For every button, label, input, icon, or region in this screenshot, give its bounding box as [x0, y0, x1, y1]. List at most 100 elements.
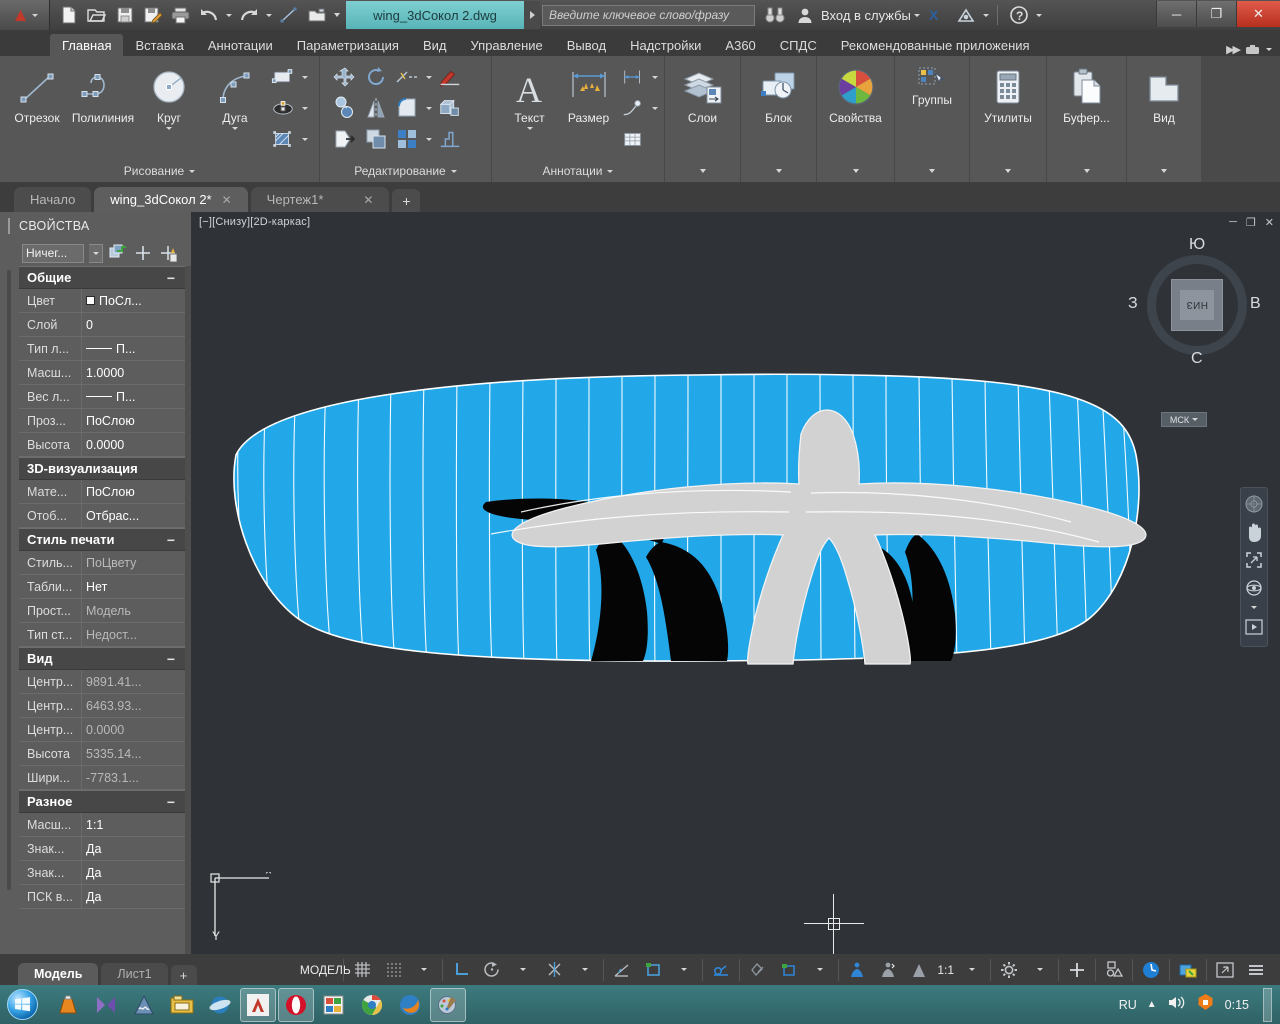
volume-icon[interactable]: [1167, 994, 1186, 1016]
transparency-icon[interactable]: [743, 959, 773, 981]
snap-dropdown-icon[interactable]: [409, 959, 439, 981]
viewcube-cube[interactable]: НИЗ: [1171, 279, 1223, 331]
ribbon-minimize-icon[interactable]: [1245, 44, 1260, 56]
ribbon-minimize-dropdown-icon[interactable]: [1266, 48, 1272, 51]
annotation-scale-label[interactable]: 1:1: [935, 963, 956, 977]
object-snap-icon[interactable]: [539, 959, 569, 981]
panel-block-expand-icon[interactable]: [775, 169, 782, 173]
3d-array-icon[interactable]: [435, 97, 465, 119]
trim-dropdown-icon[interactable]: [423, 62, 434, 92]
panel-layers-expand-icon[interactable]: [699, 169, 706, 173]
navbar-dropdown-icon[interactable]: [1251, 606, 1257, 609]
panel-modify-expand-icon[interactable]: [450, 169, 457, 173]
panel-properties[interactable]: Свойства: [817, 56, 895, 182]
isolate-objects-icon[interactable]: [1099, 959, 1129, 981]
dynamic-ucs-dropdown-icon[interactable]: [669, 959, 699, 981]
extrude-icon[interactable]: [435, 128, 465, 150]
property-value[interactable]: 0: [81, 313, 185, 336]
properties-group-header[interactable]: 3D-визуализация: [19, 457, 185, 480]
panel-clipboard-expand-icon[interactable]: [1083, 169, 1090, 173]
fillet-icon[interactable]: [392, 97, 422, 119]
tool-text-dropdown-icon[interactable]: [526, 127, 533, 130]
workspace-dropdown-icon[interactable]: [331, 2, 342, 28]
space-toggle-button[interactable]: МОДЕЛЬ: [300, 959, 351, 981]
property-row[interactable]: Высота 0.0000: [19, 433, 185, 457]
save-icon[interactable]: [111, 2, 138, 28]
property-row[interactable]: Высота 5335.14...: [19, 742, 185, 766]
chrome-icon[interactable]: [354, 988, 390, 1022]
property-value[interactable]: 0.0000: [81, 433, 185, 456]
property-row[interactable]: Прост... Модель: [19, 599, 185, 623]
save-as-icon[interactable]: [139, 2, 166, 28]
open-folder-icon[interactable]: [83, 2, 110, 28]
property-row[interactable]: Слой 0: [19, 313, 185, 337]
panel-utilities[interactable]: Утилиты: [970, 56, 1047, 182]
copy-icon[interactable]: [330, 96, 360, 119]
panel-modify-title[interactable]: Редактирование: [320, 160, 491, 182]
property-row[interactable]: Проз... ПоСлою: [19, 409, 185, 433]
property-row[interactable]: Мате... ПоСлою: [19, 480, 185, 504]
property-value[interactable]: Отбрас...: [81, 504, 185, 527]
hatch-dropdown-icon[interactable]: [299, 124, 310, 154]
property-row[interactable]: Масш... 1:1: [19, 813, 185, 837]
close-button[interactable]: ✕: [1236, 1, 1280, 27]
pick-point-icon[interactable]: [133, 243, 153, 263]
file-explorer-icon[interactable]: [164, 988, 200, 1022]
signin-label[interactable]: Вход в службы: [821, 8, 911, 23]
tool-circle[interactable]: Круг: [136, 60, 202, 130]
internet-explorer-icon[interactable]: [202, 988, 238, 1022]
polar-tracking-icon[interactable]: [477, 959, 507, 981]
tool-circle-dropdown-icon[interactable]: [166, 127, 172, 130]
panel-layers[interactable]: Слои: [665, 56, 741, 182]
file-tab-start[interactable]: Начало: [14, 187, 92, 212]
snap-mode-icon[interactable]: [378, 959, 408, 981]
language-indicator[interactable]: RU: [1119, 998, 1137, 1012]
dimension-linear-icon[interactable]: [618, 66, 648, 88]
match-properties-icon[interactable]: [435, 66, 465, 88]
object-snap-dropdown-icon[interactable]: [570, 959, 600, 981]
autocad-icon[interactable]: [240, 987, 276, 1022]
properties-group-header[interactable]: Вид −: [19, 647, 185, 670]
search-expand-icon[interactable]: [524, 1, 540, 29]
new-tab-button[interactable]: +: [392, 189, 421, 212]
trim-icon[interactable]: [392, 66, 422, 88]
autodesk-exchange-icon[interactable]: X: [923, 2, 950, 28]
firefox-icon[interactable]: [392, 988, 428, 1022]
property-value[interactable]: П...: [81, 337, 185, 360]
scale-icon[interactable]: [361, 128, 391, 150]
property-value[interactable]: Да: [81, 837, 185, 860]
paint-icon[interactable]: [430, 987, 466, 1022]
property-row[interactable]: Цвет ПоСл...: [19, 289, 185, 313]
print-icon[interactable]: [167, 2, 194, 28]
property-value[interactable]: 6463.93...: [81, 694, 185, 717]
help-icon[interactable]: ?: [1006, 2, 1033, 28]
property-value[interactable]: Недост...: [81, 623, 185, 646]
property-value[interactable]: Нет: [81, 575, 185, 598]
properties-group-header[interactable]: Стиль печати −: [19, 528, 185, 551]
property-value[interactable]: 5335.14...: [81, 742, 185, 765]
tab-view[interactable]: Вид: [411, 34, 459, 56]
tab-insert[interactable]: Вставка: [123, 34, 195, 56]
panel-groups-expand-icon[interactable]: [929, 169, 935, 173]
panel-annotation-title[interactable]: Аннотации: [492, 160, 664, 182]
property-row[interactable]: Табли... Нет: [19, 575, 185, 599]
property-value[interactable]: ПоСлою: [81, 409, 185, 432]
orbit-icon[interactable]: [1243, 578, 1265, 598]
rotate-icon[interactable]: [361, 66, 391, 88]
add-layout-button[interactable]: +: [170, 965, 197, 985]
ellipse-dropdown-icon[interactable]: [299, 93, 310, 123]
workspace-dropdown-icon[interactable]: [1025, 959, 1055, 981]
tool-arc-dropdown-icon[interactable]: [232, 127, 238, 130]
property-row[interactable]: Знак... Да: [19, 861, 185, 885]
property-row[interactable]: Масш... 1.0000: [19, 361, 185, 385]
windows-start-orb[interactable]: [0, 987, 44, 1023]
viewcube-west-label[interactable]: З: [1128, 295, 1138, 313]
rectangle-icon[interactable]: [268, 66, 298, 88]
ellipse-icon[interactable]: [268, 97, 298, 119]
auto-scale-icon[interactable]: [873, 959, 903, 981]
a360-dropdown-icon[interactable]: [982, 13, 989, 17]
clean-screen-icon[interactable]: [1210, 959, 1240, 981]
panel-view[interactable]: Вид: [1127, 56, 1201, 182]
properties-group-collapse-icon[interactable]: −: [167, 794, 175, 810]
office-icon[interactable]: [316, 988, 352, 1022]
